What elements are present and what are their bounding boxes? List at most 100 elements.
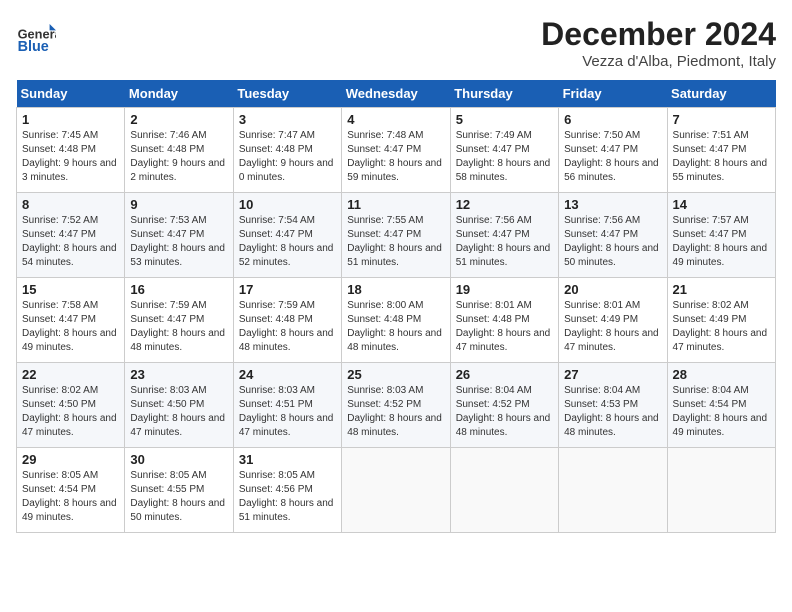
day-cell: 19 Sunrise: 8:01 AMSunset: 4:48 PMDaylig…	[450, 278, 558, 363]
day-number: 23	[130, 367, 227, 382]
day-info: Sunrise: 7:59 AMSunset: 4:47 PMDaylight:…	[130, 300, 225, 353]
day-number: 13	[564, 197, 661, 212]
day-cell: 4 Sunrise: 7:48 AMSunset: 4:47 PMDayligh…	[342, 108, 450, 193]
day-cell	[559, 448, 667, 533]
day-info: Sunrise: 8:02 AMSunset: 4:50 PMDaylight:…	[22, 385, 117, 438]
day-number: 26	[456, 367, 553, 382]
page-header: General Blue December 2024 Vezza d'Alba,…	[16, 16, 776, 70]
weekday-header-wednesday: Wednesday	[342, 80, 450, 108]
day-number: 17	[239, 282, 336, 297]
day-cell: 20 Sunrise: 8:01 AMSunset: 4:49 PMDaylig…	[559, 278, 667, 363]
weekday-header-friday: Friday	[559, 80, 667, 108]
day-number: 1	[22, 112, 119, 127]
day-number: 20	[564, 282, 661, 297]
day-cell: 8 Sunrise: 7:52 AMSunset: 4:47 PMDayligh…	[17, 193, 125, 278]
day-info: Sunrise: 7:53 AMSunset: 4:47 PMDaylight:…	[130, 215, 225, 268]
day-number: 19	[456, 282, 553, 297]
day-info: Sunrise: 8:05 AMSunset: 4:55 PMDaylight:…	[130, 470, 225, 523]
day-info: Sunrise: 8:05 AMSunset: 4:54 PMDaylight:…	[22, 470, 117, 523]
weekday-header-row: SundayMondayTuesdayWednesdayThursdayFrid…	[17, 80, 776, 108]
day-number: 18	[347, 282, 444, 297]
weekday-header-monday: Monday	[125, 80, 233, 108]
day-number: 28	[673, 367, 770, 382]
day-number: 31	[239, 452, 336, 467]
day-info: Sunrise: 7:54 AMSunset: 4:47 PMDaylight:…	[239, 215, 334, 268]
day-info: Sunrise: 7:58 AMSunset: 4:47 PMDaylight:…	[22, 300, 117, 353]
day-cell	[342, 448, 450, 533]
day-number: 29	[22, 452, 119, 467]
day-info: Sunrise: 8:05 AMSunset: 4:56 PMDaylight:…	[239, 470, 334, 523]
month-title: December 2024	[541, 16, 776, 53]
day-info: Sunrise: 7:56 AMSunset: 4:47 PMDaylight:…	[456, 215, 551, 268]
title-block: December 2024 Vezza d'Alba, Piedmont, It…	[541, 16, 776, 70]
day-cell: 1 Sunrise: 7:45 AMSunset: 4:48 PMDayligh…	[17, 108, 125, 193]
day-info: Sunrise: 7:49 AMSunset: 4:47 PMDaylight:…	[456, 130, 551, 183]
day-info: Sunrise: 8:03 AMSunset: 4:50 PMDaylight:…	[130, 385, 225, 438]
day-number: 9	[130, 197, 227, 212]
day-info: Sunrise: 7:59 AMSunset: 4:48 PMDaylight:…	[239, 300, 334, 353]
day-cell: 9 Sunrise: 7:53 AMSunset: 4:47 PMDayligh…	[125, 193, 233, 278]
day-cell: 13 Sunrise: 7:56 AMSunset: 4:47 PMDaylig…	[559, 193, 667, 278]
day-cell: 14 Sunrise: 7:57 AMSunset: 4:47 PMDaylig…	[667, 193, 775, 278]
day-info: Sunrise: 8:04 AMSunset: 4:53 PMDaylight:…	[564, 385, 659, 438]
logo: General Blue	[16, 16, 60, 56]
day-number: 5	[456, 112, 553, 127]
day-number: 4	[347, 112, 444, 127]
day-info: Sunrise: 7:52 AMSunset: 4:47 PMDaylight:…	[22, 215, 117, 268]
day-cell: 3 Sunrise: 7:47 AMSunset: 4:48 PMDayligh…	[233, 108, 341, 193]
day-cell: 12 Sunrise: 7:56 AMSunset: 4:47 PMDaylig…	[450, 193, 558, 278]
day-cell	[450, 448, 558, 533]
day-number: 7	[673, 112, 770, 127]
day-info: Sunrise: 7:51 AMSunset: 4:47 PMDaylight:…	[673, 130, 768, 183]
day-number: 12	[456, 197, 553, 212]
day-number: 30	[130, 452, 227, 467]
day-number: 11	[347, 197, 444, 212]
day-cell: 27 Sunrise: 8:04 AMSunset: 4:53 PMDaylig…	[559, 363, 667, 448]
calendar-table: SundayMondayTuesdayWednesdayThursdayFrid…	[16, 80, 776, 533]
day-cell: 6 Sunrise: 7:50 AMSunset: 4:47 PMDayligh…	[559, 108, 667, 193]
day-cell: 28 Sunrise: 8:04 AMSunset: 4:54 PMDaylig…	[667, 363, 775, 448]
day-number: 16	[130, 282, 227, 297]
day-number: 24	[239, 367, 336, 382]
day-cell: 5 Sunrise: 7:49 AMSunset: 4:47 PMDayligh…	[450, 108, 558, 193]
weekday-header-sunday: Sunday	[17, 80, 125, 108]
day-cell: 16 Sunrise: 7:59 AMSunset: 4:47 PMDaylig…	[125, 278, 233, 363]
day-cell: 26 Sunrise: 8:04 AMSunset: 4:52 PMDaylig…	[450, 363, 558, 448]
weekday-header-saturday: Saturday	[667, 80, 775, 108]
week-row-4: 22 Sunrise: 8:02 AMSunset: 4:50 PMDaylig…	[17, 363, 776, 448]
day-info: Sunrise: 8:01 AMSunset: 4:48 PMDaylight:…	[456, 300, 551, 353]
day-cell	[667, 448, 775, 533]
day-info: Sunrise: 7:50 AMSunset: 4:47 PMDaylight:…	[564, 130, 659, 183]
day-cell: 23 Sunrise: 8:03 AMSunset: 4:50 PMDaylig…	[125, 363, 233, 448]
day-info: Sunrise: 7:57 AMSunset: 4:47 PMDaylight:…	[673, 215, 768, 268]
day-info: Sunrise: 7:55 AMSunset: 4:47 PMDaylight:…	[347, 215, 442, 268]
day-cell: 18 Sunrise: 8:00 AMSunset: 4:48 PMDaylig…	[342, 278, 450, 363]
day-cell: 31 Sunrise: 8:05 AMSunset: 4:56 PMDaylig…	[233, 448, 341, 533]
day-cell: 22 Sunrise: 8:02 AMSunset: 4:50 PMDaylig…	[17, 363, 125, 448]
day-cell: 24 Sunrise: 8:03 AMSunset: 4:51 PMDaylig…	[233, 363, 341, 448]
day-cell: 17 Sunrise: 7:59 AMSunset: 4:48 PMDaylig…	[233, 278, 341, 363]
logo-icon: General Blue	[16, 16, 56, 56]
weekday-header-tuesday: Tuesday	[233, 80, 341, 108]
day-info: Sunrise: 8:04 AMSunset: 4:52 PMDaylight:…	[456, 385, 551, 438]
day-info: Sunrise: 7:46 AMSunset: 4:48 PMDaylight:…	[130, 130, 225, 183]
weekday-header-thursday: Thursday	[450, 80, 558, 108]
day-info: Sunrise: 8:03 AMSunset: 4:51 PMDaylight:…	[239, 385, 334, 438]
day-cell: 7 Sunrise: 7:51 AMSunset: 4:47 PMDayligh…	[667, 108, 775, 193]
day-cell: 10 Sunrise: 7:54 AMSunset: 4:47 PMDaylig…	[233, 193, 341, 278]
week-row-1: 1 Sunrise: 7:45 AMSunset: 4:48 PMDayligh…	[17, 108, 776, 193]
day-info: Sunrise: 7:47 AMSunset: 4:48 PMDaylight:…	[239, 130, 334, 183]
day-number: 10	[239, 197, 336, 212]
day-number: 8	[22, 197, 119, 212]
day-number: 15	[22, 282, 119, 297]
day-number: 2	[130, 112, 227, 127]
location: Vezza d'Alba, Piedmont, Italy	[541, 53, 776, 70]
day-cell: 30 Sunrise: 8:05 AMSunset: 4:55 PMDaylig…	[125, 448, 233, 533]
day-cell: 29 Sunrise: 8:05 AMSunset: 4:54 PMDaylig…	[17, 448, 125, 533]
day-number: 27	[564, 367, 661, 382]
day-info: Sunrise: 8:01 AMSunset: 4:49 PMDaylight:…	[564, 300, 659, 353]
day-info: Sunrise: 8:02 AMSunset: 4:49 PMDaylight:…	[673, 300, 768, 353]
day-info: Sunrise: 7:45 AMSunset: 4:48 PMDaylight:…	[22, 130, 117, 183]
day-cell: 11 Sunrise: 7:55 AMSunset: 4:47 PMDaylig…	[342, 193, 450, 278]
day-number: 3	[239, 112, 336, 127]
